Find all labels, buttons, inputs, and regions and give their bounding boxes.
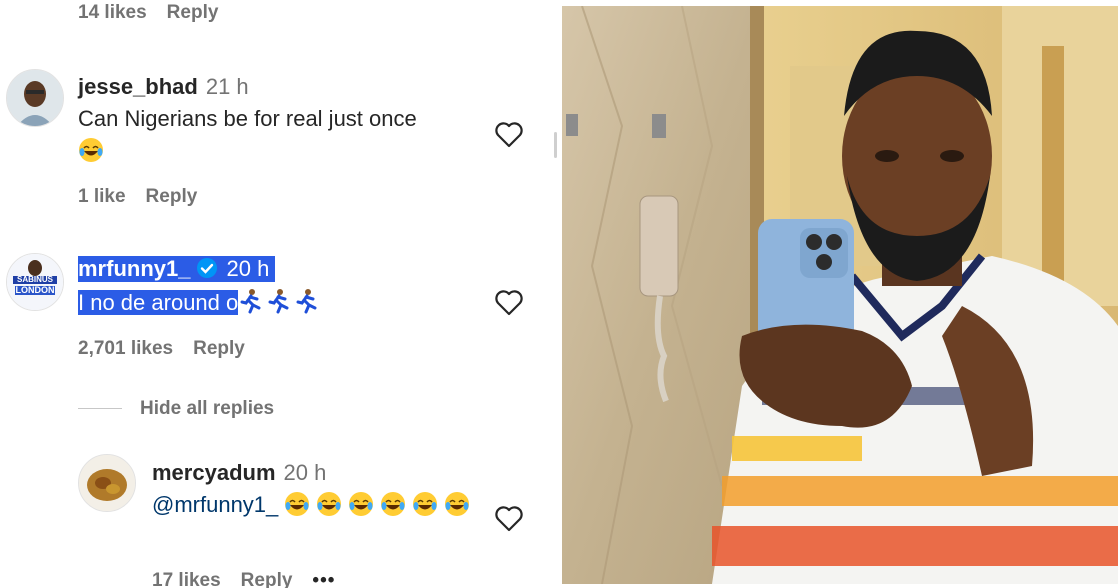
mirror-selfie-image	[562, 6, 1118, 584]
comment-text: @mrfunny1_	[152, 489, 482, 521]
avatar-photo	[7, 70, 63, 126]
comment-meta: 17 likes Reply •••	[152, 570, 355, 588]
comment-username[interactable]: mercyadum 20 h	[152, 460, 326, 486]
laughing-emoji-icon	[413, 492, 438, 516]
laughing-emoji-icon	[317, 492, 342, 516]
comment-meta: 2,701 likes Reply	[78, 338, 265, 360]
emoji-row	[284, 492, 476, 517]
running-man-emoji-icon	[240, 289, 261, 314]
comment-meta: 14 likes Reply	[78, 2, 238, 24]
avatar[interactable]	[78, 454, 136, 512]
comment-text: Can Nigerians be for real just once	[78, 103, 417, 167]
timestamp: 20 h	[226, 256, 270, 281]
laughing-emoji-icon	[349, 492, 374, 516]
post-photo	[562, 6, 1118, 584]
comment-username[interactable]: mrfunny1_ 20 h	[78, 256, 276, 282]
avatar-label: SABINUS	[16, 275, 53, 284]
avatar-photo	[79, 455, 135, 511]
comment-username[interactable]: jesse_bhad 21 h	[78, 74, 249, 100]
running-man-emoji-icon	[296, 289, 317, 314]
likes-count[interactable]: 17 likes	[152, 570, 221, 588]
avatar[interactable]	[6, 69, 64, 127]
reply-button[interactable]: Reply	[167, 2, 219, 23]
timestamp: 21 h	[205, 74, 249, 99]
comment-meta: 1 like Reply	[78, 186, 217, 208]
more-options-icon[interactable]: •••	[312, 570, 335, 588]
comment-text: I no de around o	[78, 287, 322, 319]
emoji-row	[78, 135, 417, 167]
avatar[interactable]: SABINUS LONDON	[6, 253, 64, 311]
likes-count[interactable]: 14 likes	[78, 2, 147, 23]
hide-replies-button[interactable]: Hide all replies	[140, 398, 274, 420]
comments-panel: 14 likes Reply jesse_bhad 21 h Can Nigeria…	[0, 0, 552, 588]
username[interactable]: mercyadum	[152, 460, 276, 485]
laughing-emoji-icon	[285, 492, 310, 516]
like-heart-icon[interactable]	[494, 121, 524, 149]
laughing-emoji-icon	[445, 492, 470, 516]
scrollbar[interactable]	[554, 132, 557, 158]
likes-count[interactable]: 2,701 likes	[78, 338, 173, 359]
running-man-emoji-icon	[268, 289, 289, 314]
emoji-row	[238, 289, 322, 315]
username[interactable]: mrfunny1_	[78, 256, 190, 281]
laughing-emoji-icon	[79, 138, 103, 162]
verified-badge-icon	[197, 258, 218, 278]
panel-divider	[552, 0, 562, 588]
laughing-emoji-icon	[381, 492, 406, 516]
comment-body: Can Nigerians be for real just once	[78, 106, 417, 131]
avatar-label: LONDON	[15, 285, 55, 295]
reply-button[interactable]: Reply	[146, 186, 198, 207]
username[interactable]: jesse_bhad	[78, 74, 198, 99]
replies-divider	[78, 408, 122, 409]
mention-link[interactable]: @mrfunny1_	[152, 492, 278, 517]
reply-button[interactable]: Reply	[241, 570, 293, 588]
likes-count[interactable]: 1 like	[78, 186, 126, 207]
like-heart-icon[interactable]	[494, 289, 524, 317]
timestamp: 20 h	[283, 460, 327, 485]
reply-button[interactable]: Reply	[193, 338, 245, 359]
like-heart-icon[interactable]	[494, 505, 524, 533]
comment-body: I no de around o	[78, 290, 239, 315]
